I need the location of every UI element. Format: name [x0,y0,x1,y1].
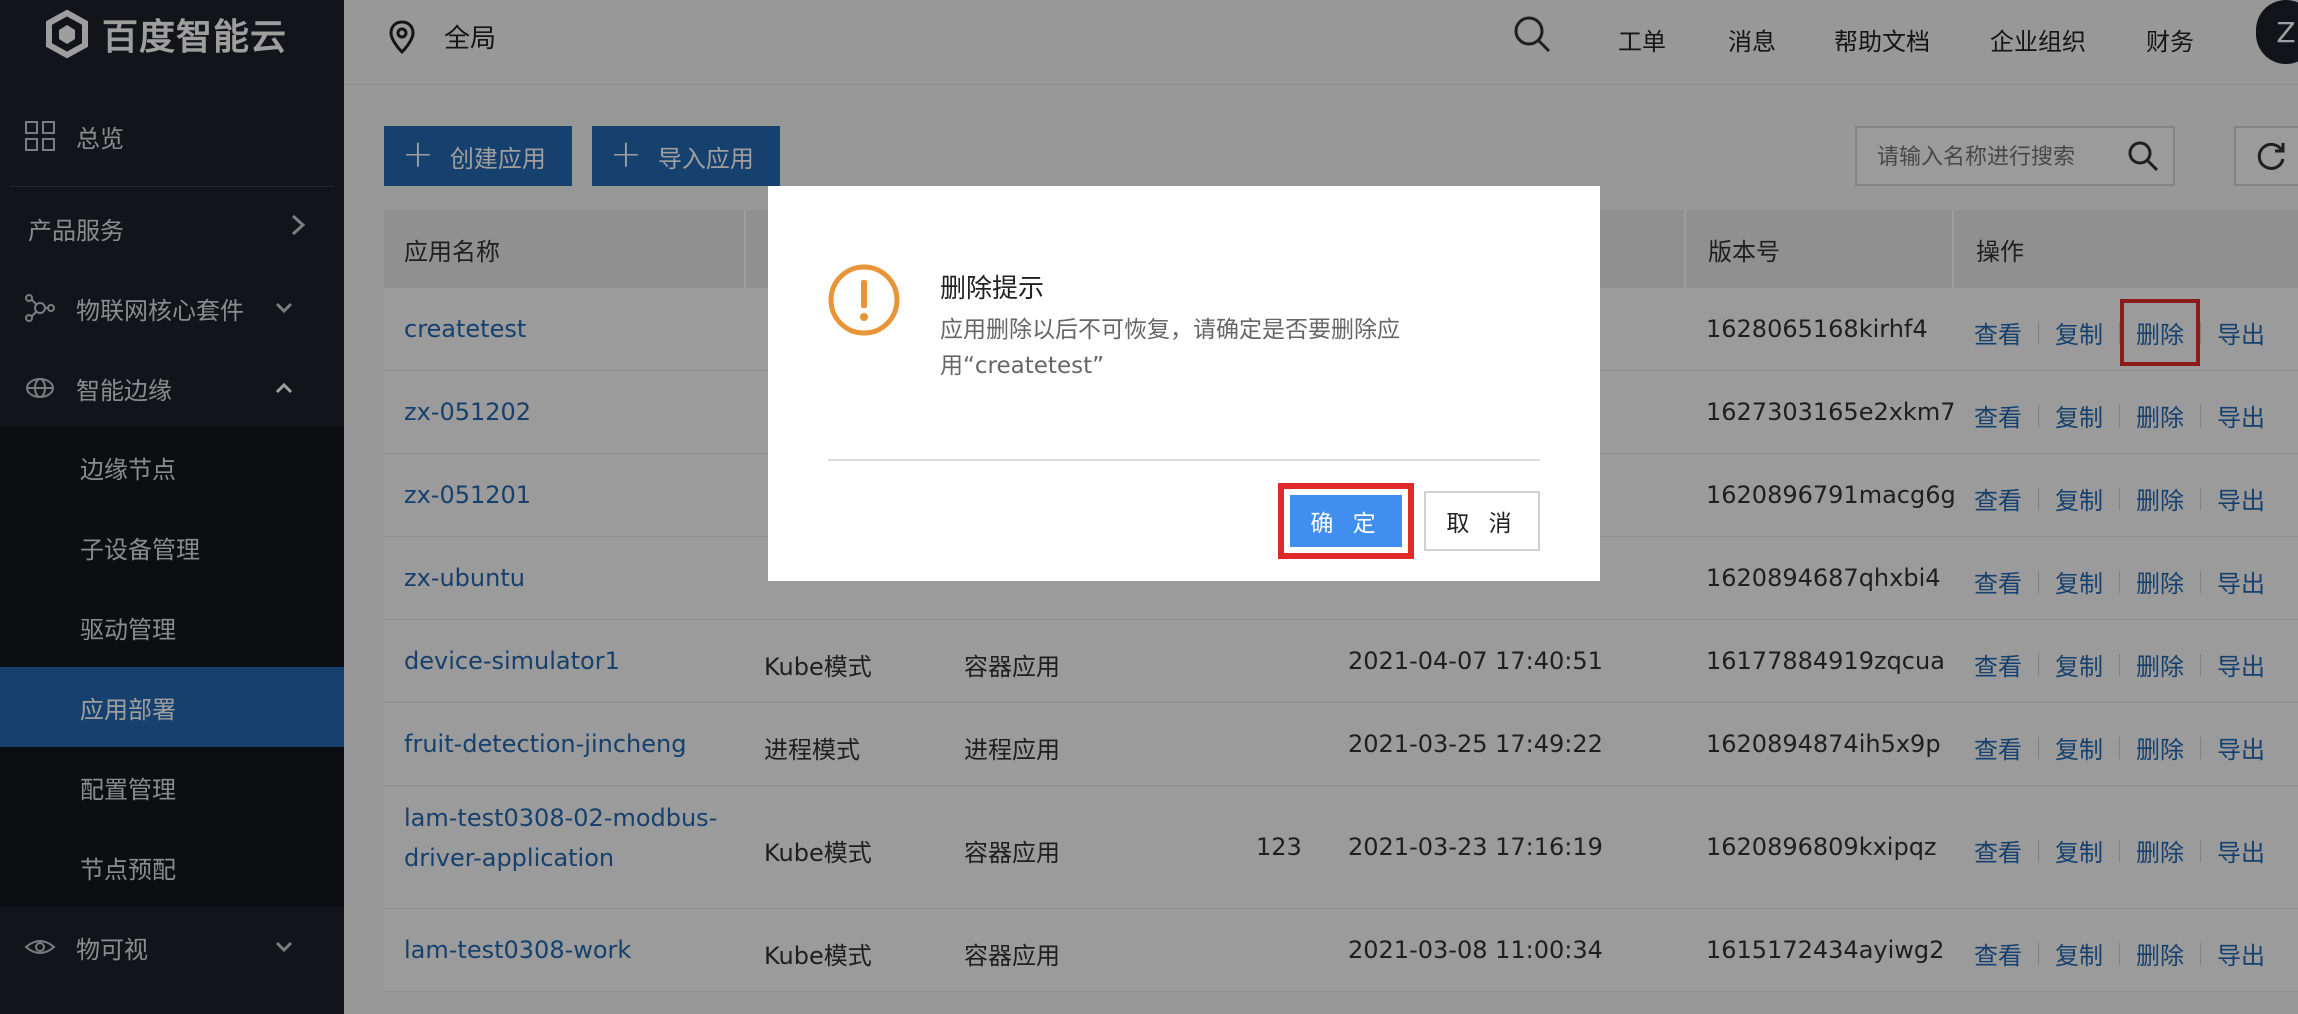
dialog-title: 删除提示 [940,274,1045,304]
confirm-button[interactable]: 确 定 [1290,495,1402,547]
delete-confirm-dialog: 删除提示 应用删除以后不可恢复，请确定是否要删除应用“createtest” 确… [768,186,1600,581]
warning-icon [828,264,900,336]
dialog-divider [828,459,1540,461]
cancel-button[interactable]: 取 消 [1424,491,1540,551]
dialog-message: 应用删除以后不可恢复，请确定是否要删除应用“createtest” [940,317,1400,379]
